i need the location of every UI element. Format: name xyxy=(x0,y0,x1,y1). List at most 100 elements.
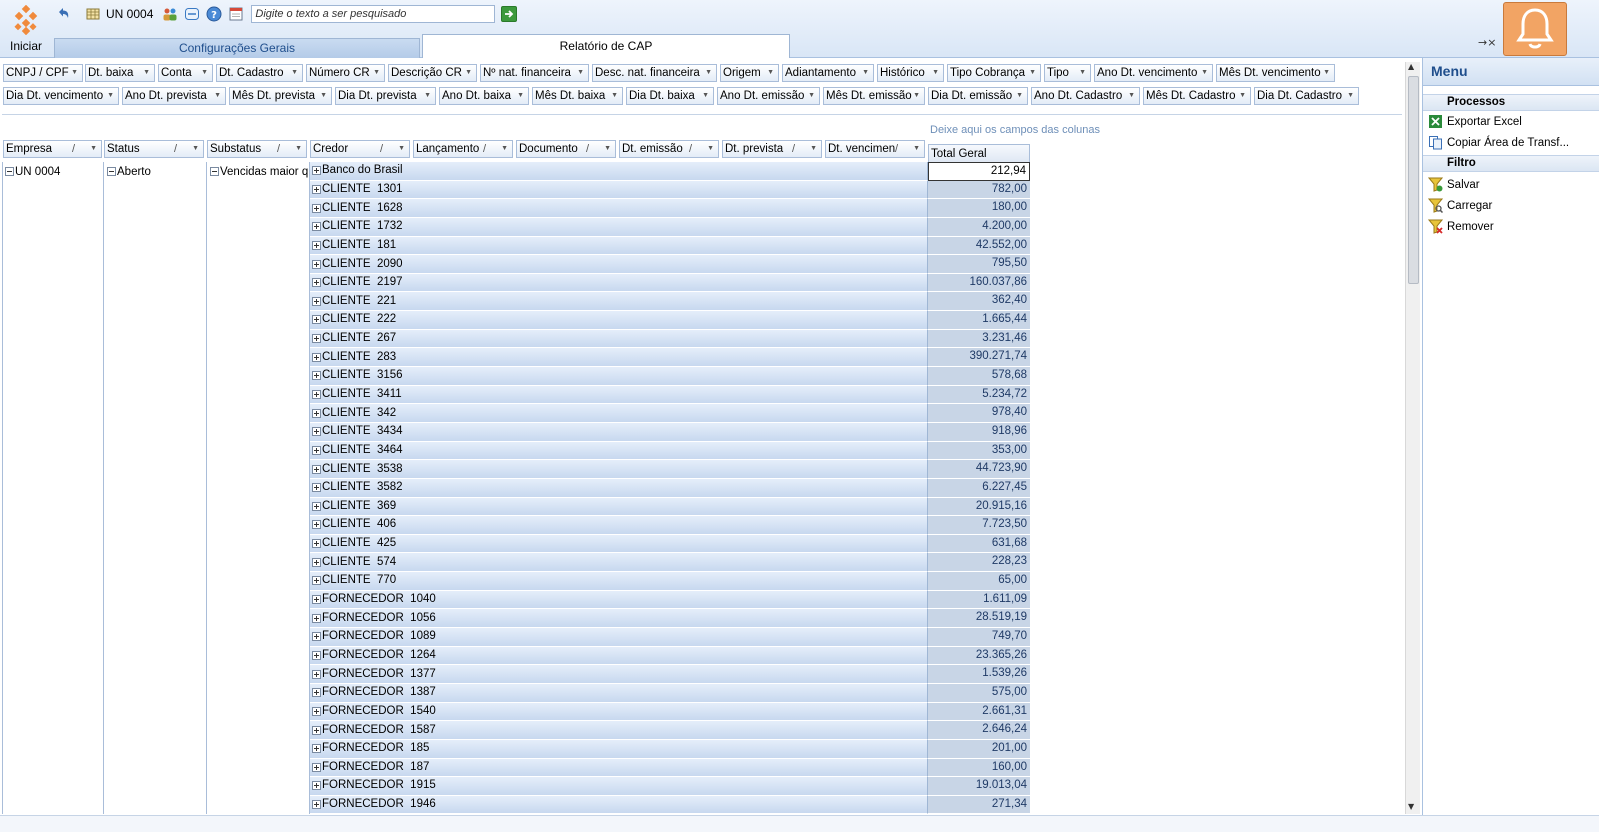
table-row[interactable]: FORNECEDOR 1915 19.013,04 xyxy=(310,777,1030,796)
total-cell[interactable]: 353,00 xyxy=(928,441,1030,461)
credor-cell[interactable]: FORNECEDOR 1915 xyxy=(310,777,928,796)
credor-cell[interactable]: CLIENTE 3582 xyxy=(310,478,928,498)
filter-field-chip[interactable]: Dt. baixa ▼ xyxy=(85,64,155,82)
expand-icon[interactable] xyxy=(312,501,321,511)
total-cell[interactable]: 749,70 xyxy=(928,628,1030,647)
unit-label[interactable]: UN 0004 xyxy=(106,7,153,21)
table-row[interactable]: CLIENTE 770 65,00 xyxy=(310,572,1030,591)
credor-cell[interactable]: CLIENTE 2197 xyxy=(310,273,928,293)
chevron-down-icon[interactable]: ▼ xyxy=(1347,88,1354,104)
filter-field-chip[interactable]: Mês Dt. emissão ▼ xyxy=(823,87,925,105)
filter-field-chip[interactable]: Tipo ▼ xyxy=(1044,64,1091,82)
filter-field-chip[interactable]: Ano Dt. prevista ▼ xyxy=(122,87,226,105)
row-field-header[interactable]: Credor / ▼ xyxy=(310,140,410,158)
expand-icon[interactable] xyxy=(312,595,321,605)
credor-cell[interactable]: FORNECEDOR 1040 xyxy=(310,590,928,610)
total-cell[interactable]: 3.231,46 xyxy=(928,329,1030,349)
total-cell[interactable]: 44.723,90 xyxy=(928,460,1030,479)
expand-icon[interactable] xyxy=(312,296,321,306)
expand-icon[interactable] xyxy=(312,744,321,754)
chevron-down-icon[interactable]: ▼ xyxy=(1016,88,1023,104)
expand-icon[interactable] xyxy=(312,688,321,698)
chevron-down-icon[interactable]: ▼ xyxy=(1079,65,1086,81)
chevron-down-icon[interactable]: ▼ xyxy=(705,65,712,81)
credor-cell[interactable]: Banco do Brasil xyxy=(310,162,928,181)
chevron-down-icon[interactable]: ▼ xyxy=(398,141,405,157)
total-cell[interactable]: 7.723,50 xyxy=(928,516,1030,535)
filter-field-chip[interactable]: Mês Dt. Cadastro ▼ xyxy=(1143,87,1251,105)
expand-icon[interactable] xyxy=(312,166,321,176)
grid-unit-icon[interactable] xyxy=(84,5,102,23)
credor-cell[interactable]: CLIENTE 574 xyxy=(310,553,928,573)
total-cell[interactable]: 201,00 xyxy=(928,739,1030,759)
credor-cell[interactable]: CLIENTE 342 xyxy=(310,404,928,423)
table-row[interactable]: CLIENTE 3411 5.234,72 xyxy=(310,385,1030,405)
row-field-header[interactable]: Dt. vencimen / ▼ xyxy=(825,140,925,158)
expand-icon[interactable] xyxy=(312,259,321,269)
total-cell[interactable]: 2.646,24 xyxy=(928,721,1030,740)
scroll-thumb[interactable] xyxy=(1408,76,1419,284)
credor-cell[interactable]: FORNECEDOR 185 xyxy=(310,739,928,759)
table-row[interactable]: FORNECEDOR 1587 2.646,24 xyxy=(310,721,1030,740)
search-go-icon[interactable] xyxy=(501,6,518,22)
total-cell[interactable]: 271,34 xyxy=(928,795,1030,815)
sort-icon[interactable]: / xyxy=(792,141,795,157)
table-row[interactable]: FORNECEDOR 1040 1.611,09 xyxy=(310,590,1030,610)
save-filter-item[interactable]: Salvar xyxy=(1423,174,1599,195)
credor-cell[interactable]: FORNECEDOR 1264 xyxy=(310,646,928,666)
credor-cell[interactable]: CLIENTE 369 xyxy=(310,497,928,517)
notifications-button[interactable] xyxy=(1503,2,1567,56)
sort-icon[interactable]: / xyxy=(174,141,177,157)
filter-field-chip[interactable]: Adiantamento ▼ xyxy=(782,64,874,82)
total-cell[interactable]: 4.200,00 xyxy=(928,217,1030,237)
expand-icon[interactable] xyxy=(312,650,321,660)
chevron-down-icon[interactable]: ▼ xyxy=(201,65,208,81)
expand-icon[interactable] xyxy=(312,203,321,213)
total-cell[interactable]: 160,00 xyxy=(928,758,1030,778)
credor-cell[interactable]: CLIENTE 3538 xyxy=(310,460,928,479)
total-cell[interactable]: 5.234,72 xyxy=(928,385,1030,405)
group-status[interactable]: Aberto xyxy=(107,164,204,179)
total-geral-header[interactable]: Total Geral xyxy=(928,144,1030,163)
collapse-icon[interactable] xyxy=(210,167,219,176)
total-cell[interactable]: 42.552,00 xyxy=(928,236,1030,256)
chevron-down-icon[interactable]: ▼ xyxy=(1323,65,1330,81)
chevron-down-icon[interactable]: ▼ xyxy=(1239,88,1246,104)
credor-cell[interactable]: CLIENTE 1301 xyxy=(310,180,928,200)
credor-cell[interactable]: CLIENTE 267 xyxy=(310,329,928,349)
total-cell[interactable]: 1.665,44 xyxy=(928,311,1030,330)
table-row[interactable]: CLIENTE 1732 4.200,00 xyxy=(310,217,1030,237)
table-row[interactable]: CLIENTE 3156 578,68 xyxy=(310,367,1030,386)
table-row[interactable]: CLIENTE 181 42.552,00 xyxy=(310,236,1030,256)
chevron-down-icon[interactable]: ▼ xyxy=(810,141,817,157)
chevron-down-icon[interactable]: ▼ xyxy=(517,88,524,104)
filter-field-chip[interactable]: Dt. Cadastro ▼ xyxy=(216,64,303,82)
chevron-down-icon[interactable]: ▼ xyxy=(143,65,150,81)
calendar-icon[interactable] xyxy=(227,5,245,23)
filter-field-chip[interactable]: Dia Dt. vencimento ▼ xyxy=(3,87,119,105)
sort-icon[interactable]: / xyxy=(586,141,589,157)
table-row[interactable]: CLIENTE 369 20.915,16 xyxy=(310,497,1030,517)
credor-cell[interactable]: CLIENTE 221 xyxy=(310,292,928,312)
chevron-down-icon[interactable]: ▼ xyxy=(295,141,302,157)
filter-field-chip[interactable]: Nº nat. financeira ▼ xyxy=(480,64,589,82)
filter-field-chip[interactable]: Ano Dt. Cadastro ▼ xyxy=(1031,87,1140,105)
sort-icon[interactable]: / xyxy=(72,141,75,157)
expand-icon[interactable] xyxy=(312,390,321,399)
row-field-header[interactable]: Empresa / ▼ xyxy=(3,140,102,158)
expand-icon[interactable] xyxy=(312,334,321,344)
table-row[interactable]: FORNECEDOR 1946 271,34 xyxy=(310,795,1030,815)
total-cell[interactable]: 575,00 xyxy=(928,683,1030,703)
expand-icon[interactable] xyxy=(312,222,321,232)
total-cell[interactable]: 795,50 xyxy=(928,255,1030,274)
group-empresa[interactable]: UN 0004 xyxy=(5,164,102,179)
table-row[interactable]: CLIENTE 342 978,40 xyxy=(310,404,1030,423)
expand-icon[interactable] xyxy=(312,632,321,642)
expand-icon[interactable] xyxy=(312,520,321,530)
table-row[interactable]: CLIENTE 3464 353,00 xyxy=(310,441,1030,461)
chevron-down-icon[interactable]: ▼ xyxy=(611,88,618,104)
help-icon[interactable]: ? xyxy=(205,5,223,23)
credor-cell[interactable]: CLIENTE 1732 xyxy=(310,217,928,237)
chevron-down-icon[interactable]: ▼ xyxy=(501,141,508,157)
filter-field-chip[interactable]: Dia Dt. baixa ▼ xyxy=(626,87,714,105)
